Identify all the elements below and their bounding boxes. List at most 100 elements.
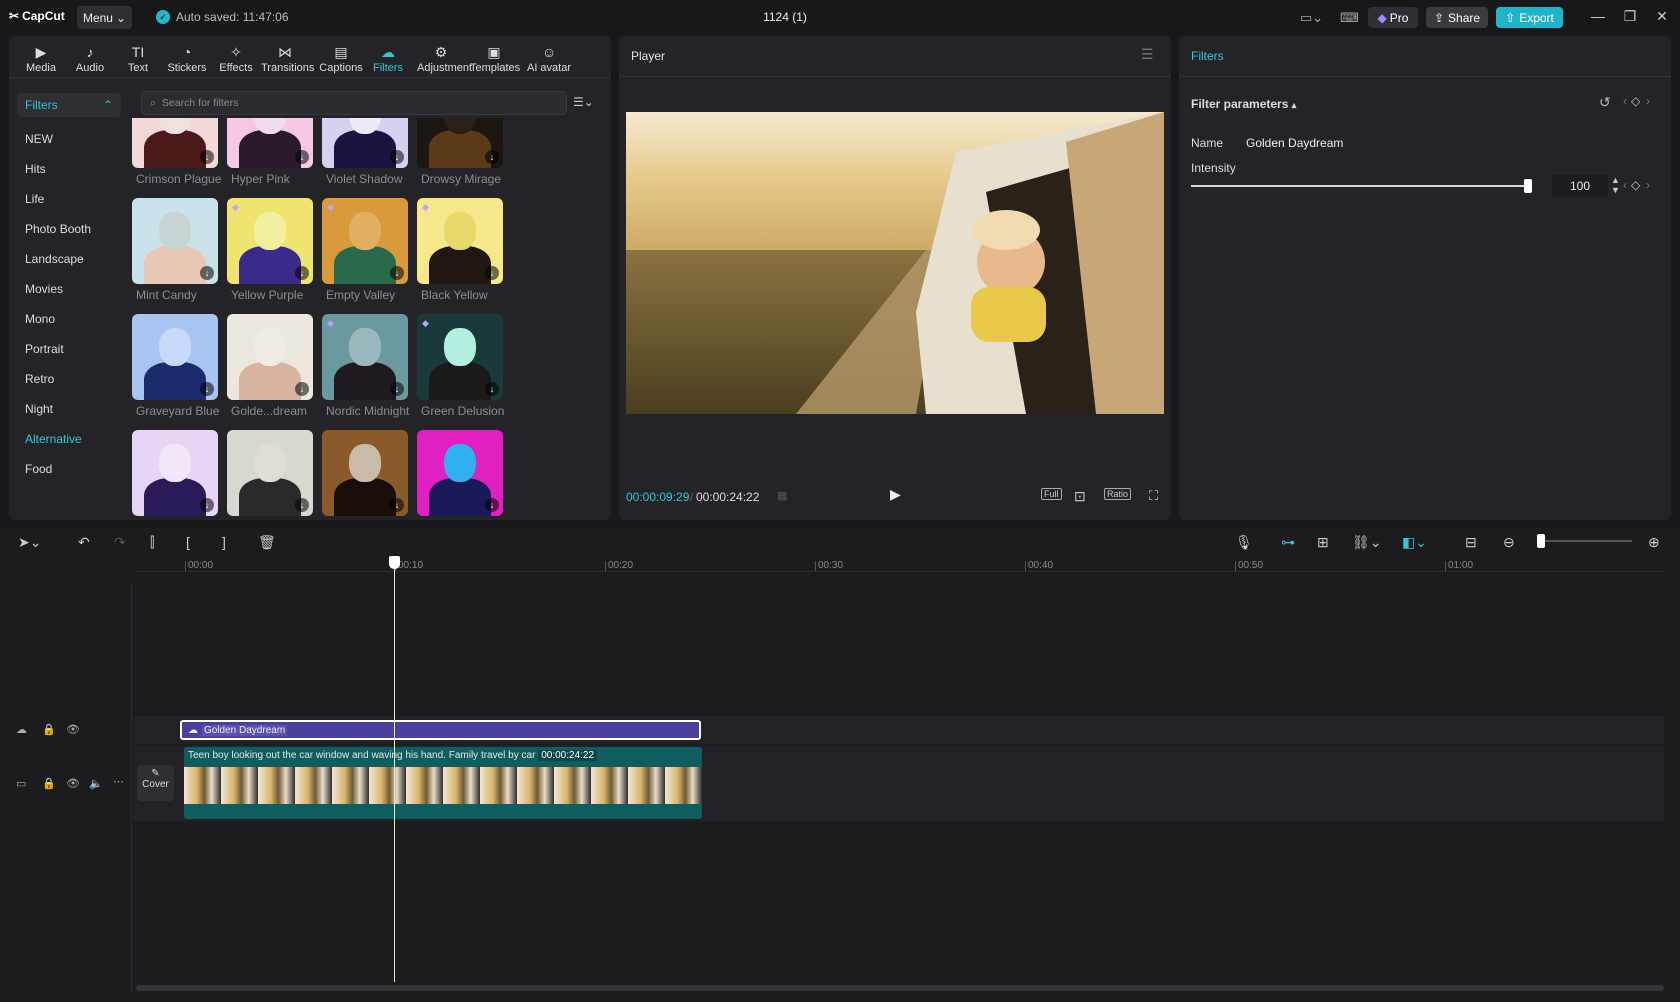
lock-icon[interactable]: 🔒 [42,723,56,736]
keyframe-prev-icon[interactable]: ‹ [1623,94,1627,108]
select-tool-icon[interactable]: ➤⌄ [18,534,41,551]
filter-thumbnail[interactable]: ◆ ↓ [417,314,503,400]
filter-thumbnail[interactable]: ↓ [322,118,408,168]
zoom-slider[interactable] [1540,540,1632,542]
redo-icon[interactable]: ↷ [114,534,126,551]
video-clip[interactable]: Teen boy looking out the car window and … [184,747,702,819]
download-icon[interactable]: ↓ [485,382,499,396]
download-icon[interactable]: ↓ [200,498,214,512]
filter-clip[interactable]: ☁ Golden Daydream [180,720,701,740]
delete-icon[interactable]: 🗑 [258,534,276,551]
zoom-out-icon[interactable]: ⊖ [1503,534,1515,551]
intensity-keyframe-next-icon[interactable]: › [1646,178,1650,192]
shortcuts-icon[interactable]: ⌨ [1340,9,1359,27]
tool-audio[interactable]: ♪ Audio [66,44,114,74]
download-icon[interactable]: ↓ [485,266,499,280]
chain-icon[interactable]: ⛓⌄ [1352,534,1382,551]
video-eye-icon[interactable]: 👁 [66,777,80,790]
sort-filter-icon[interactable]: ☰⌄ [573,95,594,109]
export-button[interactable]: ⇧ Export [1496,7,1563,28]
download-icon[interactable]: ↓ [295,150,309,164]
playhead-handle[interactable] [389,556,400,569]
tool-media[interactable]: ▶ Media [17,44,65,74]
filter-thumbnail[interactable]: ◆ ↓ [227,198,313,284]
video-preview[interactable] [626,112,1164,414]
download-icon[interactable]: ↓ [485,150,499,164]
split-right-icon[interactable]: ] [222,534,226,550]
screenshot-icon[interactable]: ⊡ [1074,488,1086,505]
intensity-slider-handle[interactable] [1524,179,1532,193]
playhead[interactable] [394,558,395,982]
layout-icon[interactable]: ▭⌄ [1300,9,1323,27]
pro-button[interactable]: ◆ Pro [1368,7,1418,28]
tool-effects[interactable]: ✧ Effects [212,44,260,74]
filter-thumbnail[interactable]: ◆ ↓ [322,198,408,284]
intensity-input[interactable]: 100 [1552,175,1608,197]
filter-thumbnail[interactable]: ↓ [132,198,218,284]
filter-thumbnail[interactable]: ◆ ↓ [322,314,408,400]
link-icon[interactable]: ⊞ [1317,534,1329,551]
download-icon[interactable]: ↓ [200,266,214,280]
stepper-icon[interactable]: ▲ ▼ [1611,175,1620,195]
filter-thumbnail[interactable]: ↓ [322,430,408,516]
filter-thumbnail[interactable]: ↓ [417,430,503,516]
zoom-slider-handle[interactable] [1537,534,1545,548]
filter-thumbnail[interactable]: ↓ [417,118,503,168]
download-icon[interactable]: ↓ [295,382,309,396]
volume-icon[interactable]: 🔈 [89,777,103,790]
reset-icon[interactable]: ↺ [1599,94,1611,111]
keyframe-diamond-icon[interactable]: ◇ [1631,94,1640,108]
minimize-icon[interactable]: — [1588,8,1608,24]
inspector-tab-filters[interactable]: Filters [1191,49,1224,63]
download-icon[interactable]: ↓ [295,498,309,512]
tool-filters[interactable]: ☁ Filters [364,44,412,74]
download-icon[interactable]: ↓ [390,266,404,280]
ratio-button[interactable]: Ratio [1104,488,1132,500]
fit-icon[interactable]: ⊟ [1465,534,1477,551]
zoom-in-icon[interactable]: ⊕ [1648,534,1660,551]
filter-parameters-section[interactable]: Filter parameters ▴ [1191,97,1296,111]
full-button[interactable]: Full [1041,488,1062,500]
more-icon[interactable]: ⋯ [113,775,124,788]
video-lock-icon[interactable]: 🔒 [42,777,56,790]
fullscreen-icon[interactable]: ⛶ [1149,488,1158,504]
timeline-scrollbar[interactable] [136,985,1664,991]
tool-adjustment[interactable]: ⚙ Adjustment [417,44,472,74]
filter-thumbnail[interactable]: ◆ ↓ [417,198,503,284]
download-icon[interactable]: ↓ [485,498,499,512]
download-icon[interactable]: ↓ [295,266,309,280]
microphone-icon[interactable]: 🎙 [1235,534,1253,551]
tool-templates[interactable]: ▣ Templates [470,44,520,74]
tool-stickers[interactable]: ◔ Stickers [163,44,211,74]
intensity-slider[interactable] [1191,185,1529,187]
filter-thumbnail[interactable]: ↓ [227,314,313,400]
filters-category-header[interactable]: Filters ⌃ [17,93,121,117]
close-icon[interactable]: ✕ [1652,8,1672,25]
tool-ai-avatar[interactable]: ☺ AI avatar [525,44,573,74]
intensity-keyframe-icon[interactable]: ◇ [1631,178,1640,192]
filter-thumbnail[interactable]: ↓ [227,118,313,168]
split-left-icon[interactable]: [ [186,534,190,550]
play-icon[interactable]: ▶ [890,486,901,503]
split-icon[interactable]: ⫿ [150,534,154,551]
undo-icon[interactable]: ↶ [78,534,90,551]
eye-icon[interactable]: 👁 [66,723,80,736]
filter-thumbnail[interactable]: ↓ [132,314,218,400]
download-icon[interactable]: ↓ [200,150,214,164]
download-icon[interactable]: ↓ [200,382,214,396]
hamburger-menu-icon[interactable]: ☰ [1141,46,1154,63]
tool-transitions[interactable]: ⋈ Transitions [261,44,314,74]
tool-text[interactable]: TI Text [114,44,162,74]
download-icon[interactable]: ↓ [390,150,404,164]
timeline-view-icon[interactable]: ▦ [777,489,787,502]
intensity-keyframe-prev-icon[interactable]: ‹ [1623,178,1627,192]
cover-button[interactable]: ✎ Cover [137,765,174,801]
restore-icon[interactable]: ❐ [1620,8,1640,25]
tool-captions[interactable]: ▤ Captions [317,44,365,74]
filter-thumbnail[interactable]: ↓ [132,430,218,516]
search-input[interactable]: ⌕ Search for filters [141,91,567,115]
magnet-icon[interactable]: ⊶ [1281,534,1295,551]
download-icon[interactable]: ↓ [390,498,404,512]
keyframe-next-icon[interactable]: › [1646,94,1650,108]
share-button[interactable]: ⇪ Share [1426,7,1488,28]
